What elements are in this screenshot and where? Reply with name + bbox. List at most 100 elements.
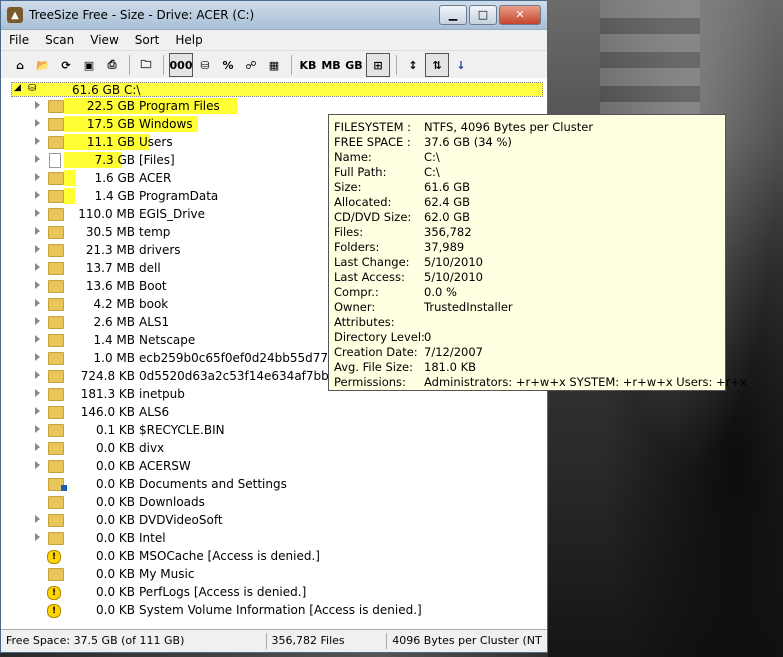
tree-row[interactable]: 146.0 KB ALS6 xyxy=(1,403,547,421)
tooltip-row: FILESYSTEM : NTFS, 4096 Bytes per Cluster xyxy=(334,120,724,135)
tooltip-key: Last Access: xyxy=(334,270,405,284)
item-size: 17.5 GB xyxy=(86,117,135,131)
folder-icon xyxy=(48,568,64,581)
expand-arrow-icon[interactable] xyxy=(35,137,40,145)
tree-row[interactable]: ! 0.0 KB MSOCache [Access is denied.] xyxy=(1,547,547,565)
network-drive-icon[interactable]: ☍ xyxy=(240,54,262,76)
tree-row[interactable]: 0.0 KB My Music xyxy=(1,565,547,583)
grid-view-icon[interactable]: ▦ xyxy=(263,54,285,76)
folder-icon xyxy=(48,280,64,293)
expand-arrow-icon[interactable] xyxy=(35,191,40,199)
menu-help[interactable]: Help xyxy=(167,33,210,47)
sort-alpha-icon[interactable]: ↕ xyxy=(402,54,424,76)
item-name: Boot xyxy=(139,279,167,293)
expand-arrow-icon[interactable] xyxy=(35,515,40,523)
sort-size-icon[interactable]: ⇅ xyxy=(425,53,449,77)
folder-icon xyxy=(48,262,64,275)
mb-button[interactable]: MB xyxy=(320,54,342,76)
item-name: dell xyxy=(139,261,161,275)
close-button[interactable]: ✕ xyxy=(499,5,541,25)
folder-icon xyxy=(48,406,64,419)
tooltip-key: Size: xyxy=(334,180,362,194)
tree-row[interactable]: 0.0 KB Intel xyxy=(1,529,547,547)
item-size: 724.8 KB xyxy=(80,369,135,383)
tooltip-key: Files: xyxy=(334,225,364,239)
expand-arrow-icon[interactable] xyxy=(35,335,40,343)
expand-arrow-icon[interactable] xyxy=(35,443,40,451)
tree-row[interactable]: ! 0.0 KB System Volume Information [Access… xyxy=(1,601,547,619)
browse-folder-icon[interactable]: 🗀 xyxy=(135,54,157,76)
tree-row[interactable]: 0.0 KB ACERSW xyxy=(1,457,547,475)
menu-sort[interactable]: Sort xyxy=(127,33,168,47)
tooltip-value: 62.4 GB xyxy=(424,195,471,209)
expand-arrow-icon[interactable] xyxy=(35,245,40,253)
tree-row[interactable]: 22.5 GB Program Files xyxy=(1,97,547,115)
save-icon[interactable]: ▣ xyxy=(78,54,100,76)
expand-arrow-icon[interactable] xyxy=(35,461,40,469)
tooltip-value: 356,782 xyxy=(424,225,472,239)
expand-arrow-icon[interactable] xyxy=(35,101,40,109)
tree-row[interactable]: 0.0 KB divx xyxy=(1,439,547,457)
folder-icon xyxy=(48,424,64,437)
refresh-icon[interactable]: ⟳ xyxy=(55,54,77,76)
expand-arrow-icon[interactable] xyxy=(35,263,40,271)
item-name: $RECYCLE.BIN xyxy=(139,423,225,437)
expand-arrow-icon[interactable] xyxy=(35,119,40,127)
expand-arrow-icon[interactable] xyxy=(35,533,40,541)
maximize-button[interactable]: □ xyxy=(469,5,497,25)
tooltip-value: Administrators: +r+w+x SYSTEM: +r+w+x Us… xyxy=(424,375,747,389)
auto-unit-icon[interactable]: ⊞ xyxy=(366,53,390,77)
expanded-arrow-icon[interactable]: ◢ xyxy=(14,83,21,93)
home-icon[interactable]: ⌂ xyxy=(9,54,31,76)
tree-row[interactable]: ! 0.0 KB PerfLogs [Access is denied.] xyxy=(1,583,547,601)
tooltip-value: 5/10/2010 xyxy=(424,255,483,269)
item-size: 146.0 KB xyxy=(80,405,135,419)
expand-arrow-icon[interactable] xyxy=(35,317,40,325)
status-cluster-size: 4096 Bytes per Cluster (NT xyxy=(392,634,542,647)
folder-icon xyxy=(48,298,64,311)
tree-row[interactable]: 0.0 KB DVDVideoSoft xyxy=(1,511,547,529)
expand-arrow-icon[interactable] xyxy=(35,209,40,217)
expand-arrow-icon[interactable] xyxy=(35,371,40,379)
item-name: 0d5520d63a2c53f14e634af7bbcf xyxy=(139,369,340,383)
folder-icon xyxy=(48,460,64,473)
item-name: temp xyxy=(139,225,171,239)
expand-arrow-icon[interactable] xyxy=(35,299,40,307)
expand-arrow-icon[interactable] xyxy=(35,407,40,415)
expand-arrow-icon[interactable] xyxy=(35,389,40,397)
menu-file[interactable]: File xyxy=(1,33,37,47)
item-name: Documents and Settings xyxy=(139,477,287,491)
item-name: book xyxy=(139,297,169,311)
gb-button[interactable]: GB xyxy=(343,54,365,76)
tooltip-value: 181.0 KB xyxy=(424,360,477,374)
item-name: Netscape xyxy=(139,333,196,347)
tooltip-value: C:\ xyxy=(424,165,440,179)
sort-direction-icon[interactable]: ↓ xyxy=(450,54,472,76)
expand-arrow-icon[interactable] xyxy=(35,155,40,163)
expand-arrow-icon[interactable] xyxy=(35,281,40,289)
expand-arrow-icon[interactable] xyxy=(35,173,40,181)
menu-scan[interactable]: Scan xyxy=(37,33,82,47)
percent-button[interactable]: % xyxy=(217,54,239,76)
expand-arrow-icon[interactable] xyxy=(35,227,40,235)
tree-root-row[interactable]: ◢ ⛁ 61.6 GB C:\ xyxy=(11,82,543,97)
tooltip-row: CD/DVD Size: 62.0 GB xyxy=(334,210,724,225)
open-folder-icon[interactable]: 📂 xyxy=(32,54,54,76)
toolbar-separator xyxy=(396,55,397,75)
drive-icon[interactable]: ⛁ xyxy=(194,54,216,76)
tree-row[interactable]: 0.1 KB $RECYCLE.BIN xyxy=(1,421,547,439)
tree-row[interactable]: 0.0 KB Downloads xyxy=(1,493,547,511)
item-name: ACER xyxy=(139,171,172,185)
count-button[interactable]: 000 xyxy=(169,53,193,77)
tooltip-key: Attributes: xyxy=(334,315,395,329)
kb-button[interactable]: KB xyxy=(297,54,319,76)
tree-row[interactable]: 0.0 KB Documents and Settings xyxy=(1,475,547,493)
title-bar[interactable]: ▲ TreeSize Free - Size - Drive: ACER (C:… xyxy=(1,1,547,30)
expand-arrow-icon[interactable] xyxy=(35,425,40,433)
tooltip-value: NTFS, 4096 Bytes per Cluster xyxy=(424,120,594,134)
expand-arrow-icon[interactable] xyxy=(35,353,40,361)
menu-view[interactable]: View xyxy=(82,33,126,47)
minimize-button[interactable]: ▁ xyxy=(439,5,467,25)
item-name: EGIS_Drive xyxy=(139,207,206,221)
print-icon[interactable]: ⎙ xyxy=(101,54,123,76)
